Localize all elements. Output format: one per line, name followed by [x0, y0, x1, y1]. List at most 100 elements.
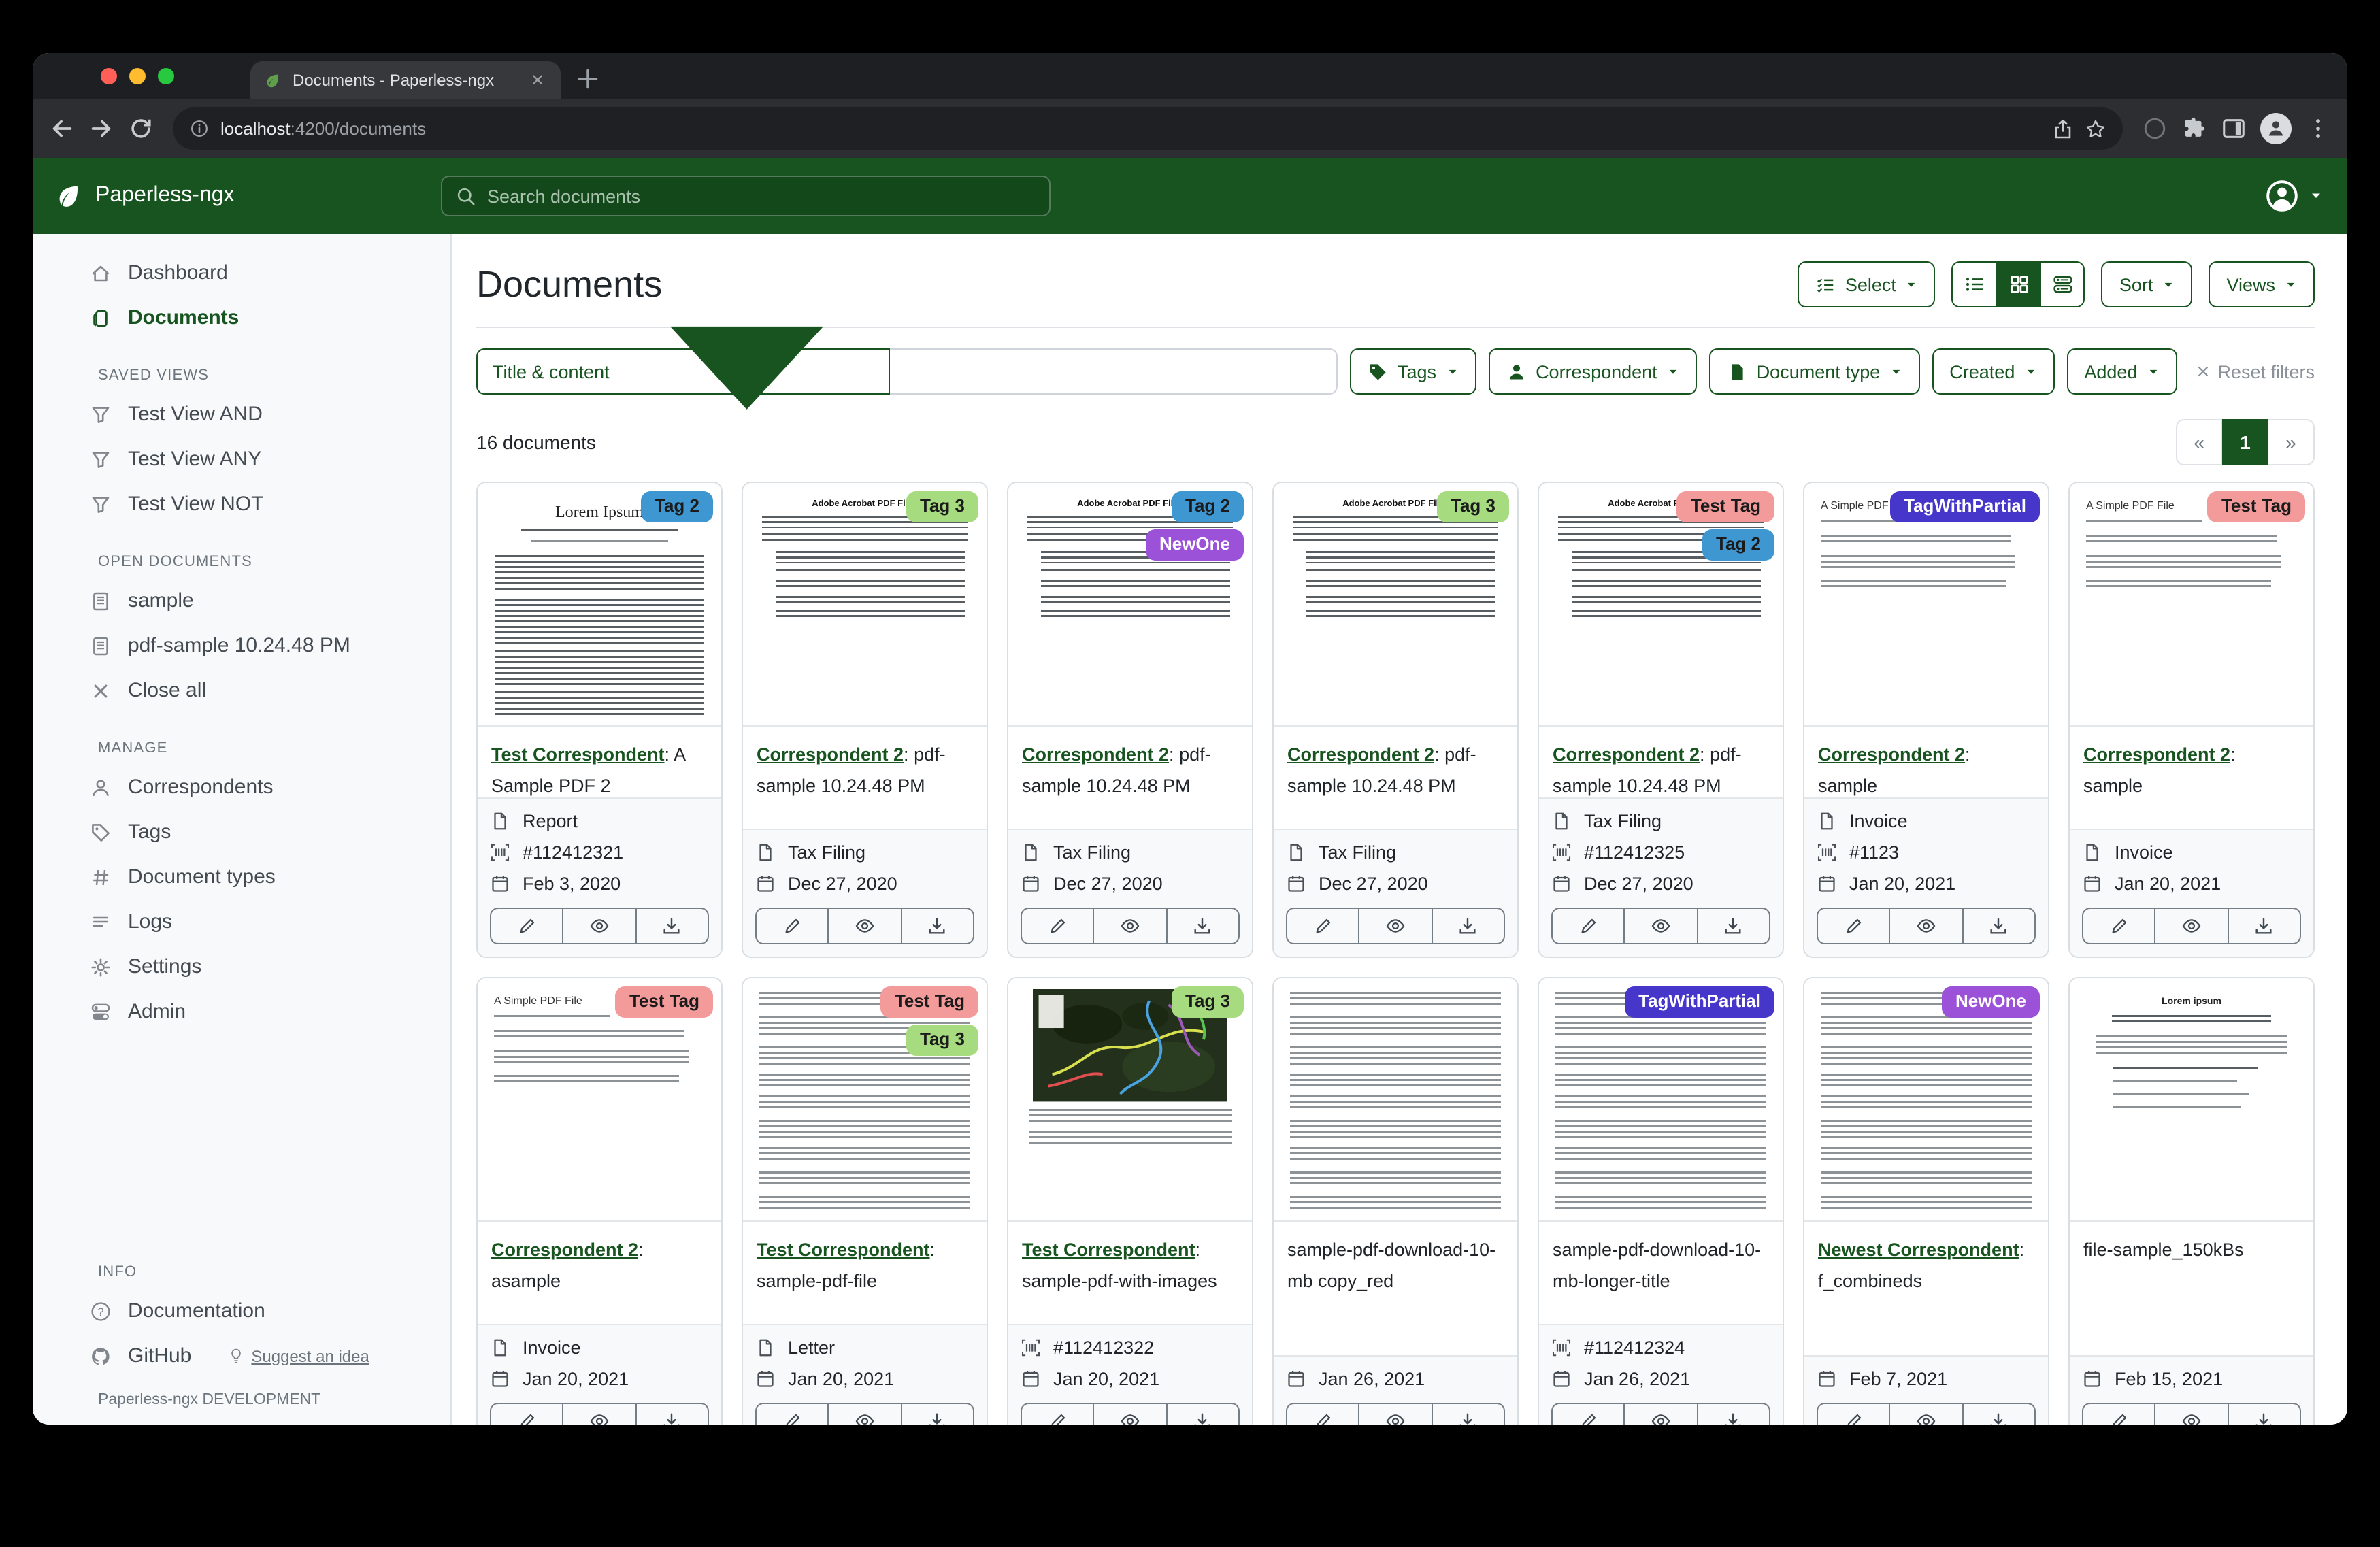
download-button[interactable] [1698, 1403, 1770, 1425]
pagination-prev-button[interactable]: « [2176, 419, 2222, 465]
document-thumbnail[interactable]: Tag 3 [1008, 978, 1252, 1222]
sidebar-item-correspondents[interactable]: Correspondents [33, 765, 450, 810]
preview-button[interactable] [1360, 908, 1433, 944]
app-brand[interactable]: Paperless-ngx [54, 182, 235, 210]
back-button[interactable] [49, 116, 75, 142]
correspondent-link[interactable]: Test Correspondent [1022, 1240, 1195, 1260]
correspondent-link[interactable]: Correspondent 2 [1553, 744, 1700, 765]
document-title-text[interactable]: sample [2083, 776, 2143, 796]
tag-badge-newone[interactable]: NewOne [1942, 986, 2040, 1018]
sidebar-item-github[interactable]: GitHubSuggest an idea [33, 1333, 450, 1378]
download-button[interactable] [1698, 908, 1770, 944]
sidebar-item-dashboard[interactable]: Dashboard [33, 250, 450, 295]
preview-button[interactable] [2156, 908, 2229, 944]
edit-button[interactable] [1286, 908, 1360, 944]
share-icon[interactable] [2052, 118, 2074, 139]
filter-text-input[interactable] [891, 348, 1338, 395]
document-title-text[interactable]: sample-pdf-download-10-mb-longer-title [1553, 1240, 1761, 1291]
sidebar-item-documentation[interactable]: ?Documentation [33, 1288, 450, 1333]
reload-button[interactable] [128, 116, 154, 142]
tag-badge-tagwithpartial[interactable]: TagWithPartial [1625, 986, 1774, 1018]
tag-badge-tag-3[interactable]: Tag 3 [906, 491, 978, 522]
correspondent-link[interactable]: Correspondent 2 [491, 1240, 638, 1260]
document-thumbnail[interactable]: A Simple PDF FileTagWithPartial [1804, 483, 2048, 727]
forward-button[interactable] [88, 116, 114, 142]
preview-button[interactable] [1095, 908, 1168, 944]
document-thumbnail[interactable]: Lorem ipsum [2070, 978, 2313, 1222]
correspondent-link[interactable]: Correspondent 2 [757, 744, 904, 765]
download-button[interactable] [2228, 908, 2301, 944]
suggest-an-idea-link[interactable]: Suggest an idea [227, 1346, 369, 1365]
extensions-puzzle-icon[interactable] [2181, 116, 2207, 142]
document-title-text[interactable]: file-sample_150kBs [2083, 1240, 2244, 1260]
document-thumbnail[interactable]: NewOne [1804, 978, 2048, 1222]
preview-button[interactable] [564, 1403, 637, 1425]
edit-button[interactable] [755, 908, 829, 944]
list-view-button[interactable] [1953, 263, 1997, 306]
download-button[interactable] [1167, 908, 1240, 944]
sidebar-item-pdf-sample-10-24-48-pm[interactable]: pdf-sample 10.24.48 PM [33, 623, 450, 668]
download-button[interactable] [1432, 1403, 1505, 1425]
preview-button[interactable] [1625, 1403, 1698, 1425]
document-title-text[interactable]: asample [491, 1271, 561, 1291]
document-thumbnail[interactable]: Adobe Acrobat PDF FilesTag 2NewOne [1008, 483, 1252, 727]
preview-button[interactable] [1891, 1403, 1964, 1425]
tag-badge-tagwithpartial[interactable]: TagWithPartial [1890, 491, 2040, 522]
reset-filters-button[interactable]: Reset filters [2194, 361, 2315, 382]
pagination-next-button[interactable]: » [2268, 419, 2315, 465]
document-title-text[interactable]: sample-pdf-with-images [1022, 1271, 1217, 1291]
preview-button[interactable] [1891, 908, 1964, 944]
sidebar-item-test-view-and[interactable]: Test View AND [33, 392, 450, 437]
filter-document-type-button[interactable]: Document type [1709, 348, 1920, 395]
document-thumbnail[interactable] [1274, 978, 1517, 1222]
document-thumbnail[interactable]: TagWithPartial [1539, 978, 1783, 1222]
preview-button[interactable] [1625, 908, 1698, 944]
sidebar-item-document-types[interactable]: Document types [33, 854, 450, 899]
side-panel-icon[interactable] [2221, 116, 2247, 142]
sidebar-item-documents[interactable]: Documents [33, 295, 450, 340]
minimize-window-button[interactable] [129, 68, 146, 84]
download-button[interactable] [1432, 908, 1505, 944]
correspondent-link[interactable]: Test Correspondent [757, 1240, 930, 1260]
tag-badge-tag-3[interactable]: Tag 3 [1172, 986, 1244, 1018]
browser-menu-icon[interactable] [2305, 116, 2331, 142]
download-button[interactable] [636, 1403, 709, 1425]
search-input[interactable] [487, 186, 1036, 206]
edit-button[interactable] [1021, 908, 1095, 944]
correspondent-link[interactable]: Correspondent 2 [1818, 744, 1965, 765]
download-button[interactable] [2228, 1403, 2301, 1425]
sidebar-item-sample[interactable]: sample [33, 578, 450, 623]
document-thumbnail[interactable]: A Simple PDF FileTest Tag [2070, 483, 2313, 727]
close-window-button[interactable] [101, 68, 117, 84]
edit-button[interactable] [755, 1403, 829, 1425]
correspondent-link[interactable]: Correspondent 2 [1287, 744, 1434, 765]
preview-button[interactable] [1360, 1403, 1433, 1425]
download-button[interactable] [1167, 1403, 1240, 1425]
download-button[interactable] [902, 908, 974, 944]
global-search[interactable] [441, 176, 1051, 216]
document-title-text[interactable]: sample [1818, 776, 1877, 796]
views-button[interactable]: Views [2209, 261, 2315, 307]
extension-icon[interactable] [2142, 116, 2168, 142]
tag-badge-tag-3[interactable]: Tag 3 [906, 1025, 978, 1056]
tag-badge-newone[interactable]: NewOne [1146, 529, 1244, 561]
download-button[interactable] [1963, 1403, 2036, 1425]
correspondent-link[interactable]: Test Correspondent [491, 744, 665, 765]
browser-tab[interactable]: Documents - Paperless-ngx ✕ [250, 61, 561, 99]
tag-badge-tag-2[interactable]: Tag 2 [1702, 529, 1774, 561]
preview-button[interactable] [564, 908, 637, 944]
tag-badge-tag-2[interactable]: Tag 2 [641, 491, 713, 522]
document-thumbnail[interactable]: Adobe Acrobat PDF FilesTag 3 [743, 483, 987, 727]
tag-badge-tag-3[interactable]: Tag 3 [1437, 491, 1509, 522]
sidebar-item-test-view-not[interactable]: Test View NOT [33, 482, 450, 527]
tab-close-icon[interactable]: ✕ [528, 71, 547, 90]
preview-button[interactable] [2156, 1403, 2229, 1425]
select-button[interactable]: Select [1798, 261, 1936, 307]
sidebar-item-test-view-any[interactable]: Test View ANY [33, 437, 450, 482]
edit-button[interactable] [1286, 1403, 1360, 1425]
preview-button[interactable] [829, 1403, 902, 1425]
filter-tags-button[interactable]: Tags [1350, 348, 1476, 395]
document-thumbnail[interactable]: Adobe Acrobat PDF FilesTest TagTag 2 [1539, 483, 1783, 727]
site-info-icon[interactable] [189, 118, 210, 139]
document-title-text[interactable]: f_combineds [1818, 1271, 1922, 1291]
